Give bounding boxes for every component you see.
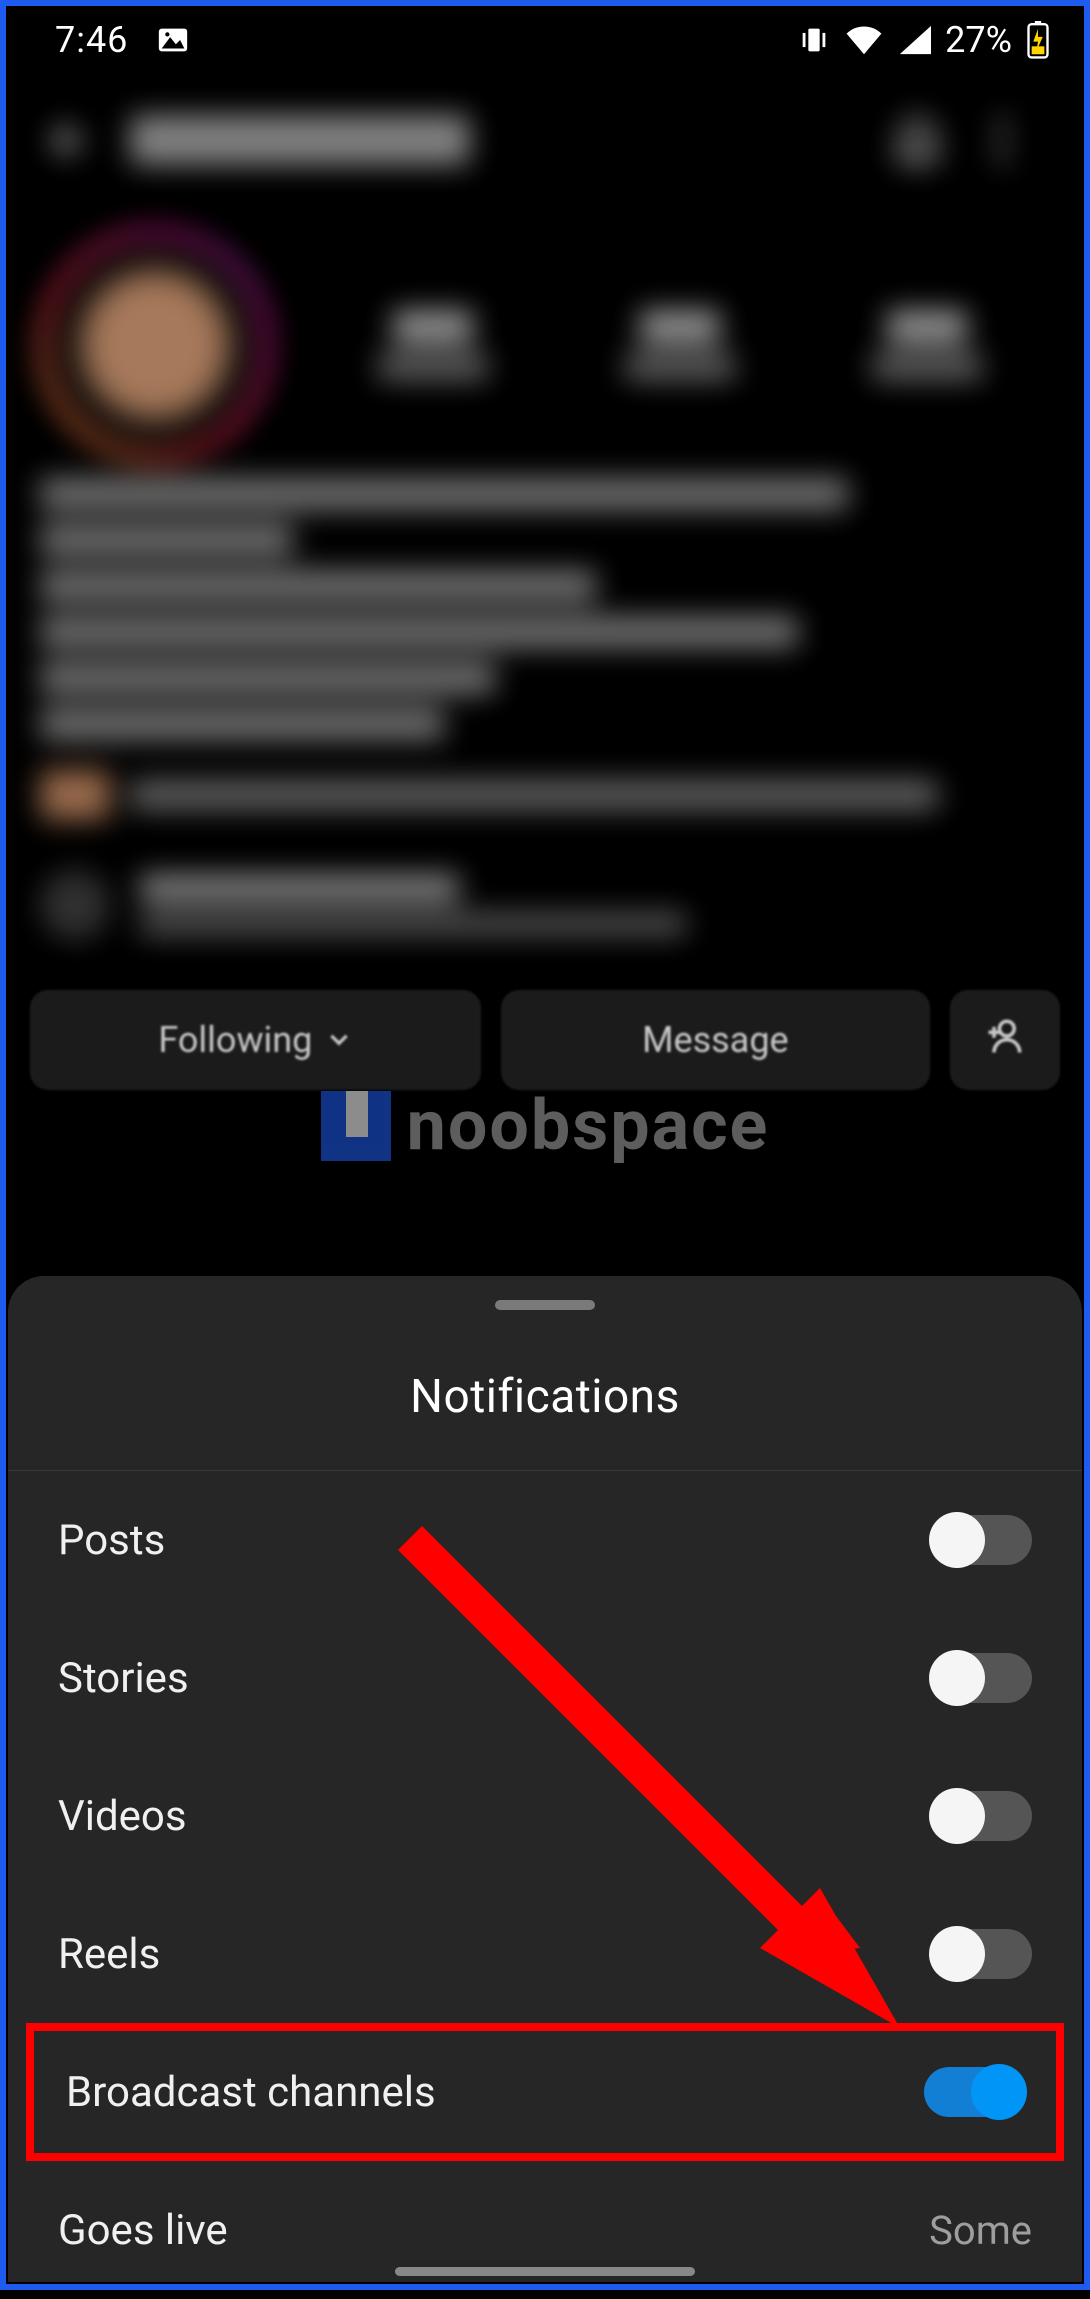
profile-action-row: Following Message <box>30 990 1060 1090</box>
notif-row-goes-live[interactable]: Goes live Some <box>8 2161 1082 2299</box>
bell-icon[interactable] <box>890 113 945 168</box>
avatar[interactable] <box>40 230 270 460</box>
notification-list: Posts Stories Videos Reels Broadcast cha… <box>8 1471 1082 2299</box>
sheet-drag-handle[interactable] <box>495 1300 595 1310</box>
status-bar: 7:46 27% <box>0 0 1090 80</box>
wifi-icon <box>845 25 883 55</box>
watermark: noobspace <box>0 1085 1090 1167</box>
notif-value: Some <box>929 2207 1032 2254</box>
watermark-logo-icon <box>321 1091 391 1161</box>
toggle-switch[interactable] <box>932 1515 1032 1565</box>
notif-label: Reels <box>58 1930 160 1979</box>
notif-label: Stories <box>58 1654 189 1703</box>
notif-row-reels[interactable]: Reels <box>8 1885 1082 2023</box>
notif-label: Posts <box>58 1516 165 1565</box>
toggle-switch[interactable] <box>932 1929 1032 1979</box>
back-arrow-icon[interactable] <box>40 113 90 168</box>
following-button[interactable]: Following <box>30 990 481 1090</box>
notif-row-posts[interactable]: Posts <box>8 1471 1082 1609</box>
add-user-button[interactable] <box>950 990 1060 1090</box>
watermark-text: noobspace <box>407 1085 770 1167</box>
notif-label: Broadcast channels <box>66 2068 436 2117</box>
vibrate-icon <box>797 23 831 57</box>
toggle-switch[interactable] <box>932 1653 1032 1703</box>
notifications-sheet: Notifications Posts Stories Videos Reels… <box>8 1276 1082 2282</box>
profile-background-blurred <box>0 80 1090 950</box>
signal-icon <box>897 25 931 55</box>
notif-row-broadcast-channels[interactable]: Broadcast channels <box>26 2023 1064 2161</box>
picture-icon <box>156 23 190 57</box>
kebab-menu-icon[interactable] <box>995 113 1050 168</box>
notif-row-videos[interactable]: Videos <box>8 1747 1082 1885</box>
message-button[interactable]: Message <box>501 990 930 1090</box>
battery-percent: 27% <box>945 19 1012 61</box>
message-label: Message <box>642 1019 789 1061</box>
chevron-down-icon <box>326 1019 352 1061</box>
following-label: Following <box>158 1019 312 1061</box>
battery-icon <box>1026 21 1050 59</box>
notif-row-stories[interactable]: Stories <box>8 1609 1082 1747</box>
status-time: 7:46 <box>55 19 128 61</box>
toggle-switch[interactable] <box>924 2067 1024 2117</box>
gesture-nav-bar[interactable] <box>395 2267 695 2276</box>
toggle-switch[interactable] <box>932 1791 1032 1841</box>
add-user-icon <box>983 1014 1027 1067</box>
notif-label: Goes live <box>58 2206 228 2255</box>
sheet-title: Notifications <box>8 1370 1082 1471</box>
notif-label: Videos <box>58 1792 187 1841</box>
